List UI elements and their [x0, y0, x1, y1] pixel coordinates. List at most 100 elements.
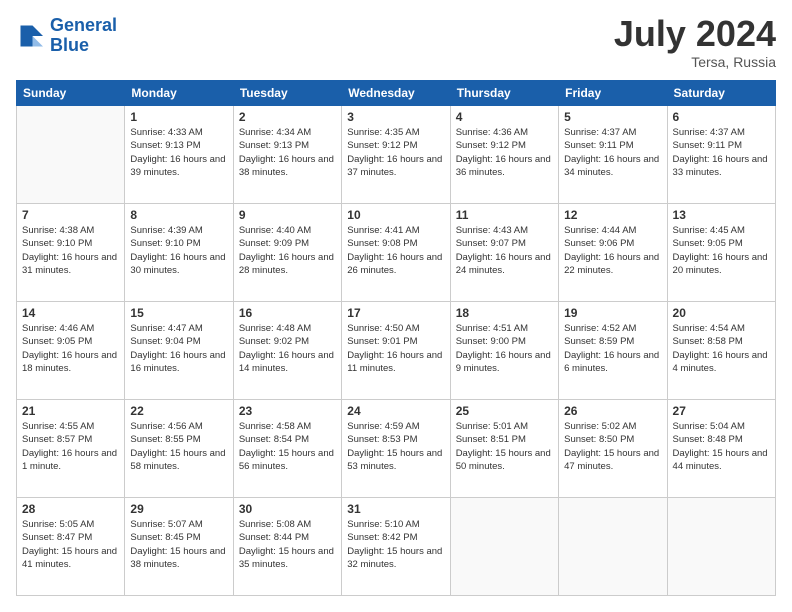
title-block: July 2024 Tersa, Russia: [614, 16, 776, 70]
col-saturday: Saturday: [667, 81, 775, 106]
cell-info: Sunrise: 4:41 AMSunset: 9:08 PMDaylight:…: [347, 224, 444, 277]
cell-info: Sunrise: 5:02 AMSunset: 8:50 PMDaylight:…: [564, 420, 661, 473]
cell-info: Sunrise: 4:56 AMSunset: 8:55 PMDaylight:…: [130, 420, 227, 473]
col-wednesday: Wednesday: [342, 81, 450, 106]
day-number: 11: [456, 208, 553, 222]
cell-info: Sunrise: 5:10 AMSunset: 8:42 PMDaylight:…: [347, 518, 444, 571]
cell-info: Sunrise: 5:05 AMSunset: 8:47 PMDaylight:…: [22, 518, 119, 571]
cell-info: Sunrise: 4:34 AMSunset: 9:13 PMDaylight:…: [239, 126, 336, 179]
table-cell: 2 Sunrise: 4:34 AMSunset: 9:13 PMDaylight…: [233, 106, 341, 204]
cell-info: Sunrise: 4:45 AMSunset: 9:05 PMDaylight:…: [673, 224, 770, 277]
table-cell: 31 Sunrise: 5:10 AMSunset: 8:42 PMDayligh…: [342, 498, 450, 596]
cell-info: Sunrise: 5:04 AMSunset: 8:48 PMDaylight:…: [673, 420, 770, 473]
cell-info: Sunrise: 4:54 AMSunset: 8:58 PMDaylight:…: [673, 322, 770, 375]
calendar-row: 28 Sunrise: 5:05 AMSunset: 8:47 PMDayligh…: [17, 498, 776, 596]
cell-info: Sunrise: 4:37 AMSunset: 9:11 PMDaylight:…: [564, 126, 661, 179]
day-number: 1: [130, 110, 227, 124]
day-number: 21: [22, 404, 119, 418]
cell-info: Sunrise: 4:35 AMSunset: 9:12 PMDaylight:…: [347, 126, 444, 179]
cell-info: Sunrise: 4:43 AMSunset: 9:07 PMDaylight:…: [456, 224, 553, 277]
table-cell: 10 Sunrise: 4:41 AMSunset: 9:08 PMDayligh…: [342, 204, 450, 302]
day-number: 9: [239, 208, 336, 222]
day-number: 16: [239, 306, 336, 320]
calendar-row: 1Sunrise: 4:33 AMSunset: 9:13 PMDaylight…: [17, 106, 776, 204]
table-cell: 27 Sunrise: 5:04 AMSunset: 8:48 PMDayligh…: [667, 400, 775, 498]
page: General Blue July 2024 Tersa, Russia Sun…: [0, 0, 792, 612]
day-number: 3: [347, 110, 444, 124]
day-number: 2: [239, 110, 336, 124]
cell-info: Sunrise: 4:50 AMSunset: 9:01 PMDaylight:…: [347, 322, 444, 375]
table-cell: 22 Sunrise: 4:56 AMSunset: 8:55 PMDayligh…: [125, 400, 233, 498]
table-cell: 13 Sunrise: 4:45 AMSunset: 9:05 PMDayligh…: [667, 204, 775, 302]
calendar-row: 21 Sunrise: 4:55 AMSunset: 8:57 PMDayligh…: [17, 400, 776, 498]
table-cell: 1Sunrise: 4:33 AMSunset: 9:13 PMDaylight…: [125, 106, 233, 204]
table-cell: 25 Sunrise: 5:01 AMSunset: 8:51 PMDayligh…: [450, 400, 558, 498]
day-number: 18: [456, 306, 553, 320]
col-thursday: Thursday: [450, 81, 558, 106]
cell-info: Sunrise: 4:36 AMSunset: 9:12 PMDaylight:…: [456, 126, 553, 179]
cell-info: Sunrise: 4:59 AMSunset: 8:53 PMDaylight:…: [347, 420, 444, 473]
col-friday: Friday: [559, 81, 667, 106]
table-cell: 23Sunrise: 4:58 AMSunset: 8:54 PMDayligh…: [233, 400, 341, 498]
logo: General Blue: [16, 16, 117, 56]
header: General Blue July 2024 Tersa, Russia: [16, 16, 776, 70]
day-number: 27: [673, 404, 770, 418]
table-cell: 6Sunrise: 4:37 AMSunset: 9:11 PMDaylight…: [667, 106, 775, 204]
logo-icon: [16, 21, 46, 51]
day-number: 8: [130, 208, 227, 222]
cell-info: Sunrise: 4:37 AMSunset: 9:11 PMDaylight:…: [673, 126, 770, 179]
calendar-table: Sunday Monday Tuesday Wednesday Thursday…: [16, 80, 776, 596]
cell-info: Sunrise: 4:46 AMSunset: 9:05 PMDaylight:…: [22, 322, 119, 375]
day-number: 5: [564, 110, 661, 124]
table-cell: 11 Sunrise: 4:43 AMSunset: 9:07 PMDayligh…: [450, 204, 558, 302]
col-tuesday: Tuesday: [233, 81, 341, 106]
cell-info: Sunrise: 4:55 AMSunset: 8:57 PMDaylight:…: [22, 420, 119, 473]
day-number: 28: [22, 502, 119, 516]
day-number: 25: [456, 404, 553, 418]
logo-line1: General: [50, 15, 117, 35]
col-sunday: Sunday: [17, 81, 125, 106]
calendar-row: 7Sunrise: 4:38 AMSunset: 9:10 PMDaylight…: [17, 204, 776, 302]
day-number: 24: [347, 404, 444, 418]
cell-info: Sunrise: 4:39 AMSunset: 9:10 PMDaylight:…: [130, 224, 227, 277]
cell-info: Sunrise: 4:52 AMSunset: 8:59 PMDaylight:…: [564, 322, 661, 375]
table-cell: 18Sunrise: 4:51 AMSunset: 9:00 PMDayligh…: [450, 302, 558, 400]
day-number: 22: [130, 404, 227, 418]
day-number: 10: [347, 208, 444, 222]
table-cell: [667, 498, 775, 596]
day-number: 20: [673, 306, 770, 320]
table-cell: 19 Sunrise: 4:52 AMSunset: 8:59 PMDayligh…: [559, 302, 667, 400]
calendar-header-row: Sunday Monday Tuesday Wednesday Thursday…: [17, 81, 776, 106]
cell-info: Sunrise: 5:01 AMSunset: 8:51 PMDaylight:…: [456, 420, 553, 473]
table-cell: 24 Sunrise: 4:59 AMSunset: 8:53 PMDayligh…: [342, 400, 450, 498]
cell-info: Sunrise: 4:40 AMSunset: 9:09 PMDaylight:…: [239, 224, 336, 277]
table-cell: 7Sunrise: 4:38 AMSunset: 9:10 PMDaylight…: [17, 204, 125, 302]
table-cell: 15Sunrise: 4:47 AMSunset: 9:04 PMDayligh…: [125, 302, 233, 400]
logo-text: General Blue: [50, 16, 117, 56]
table-cell: 3 Sunrise: 4:35 AMSunset: 9:12 PMDaylight…: [342, 106, 450, 204]
table-cell: 21 Sunrise: 4:55 AMSunset: 8:57 PMDayligh…: [17, 400, 125, 498]
day-number: 19: [564, 306, 661, 320]
table-cell: 5 Sunrise: 4:37 AMSunset: 9:11 PMDaylight…: [559, 106, 667, 204]
day-number: 12: [564, 208, 661, 222]
day-number: 29: [130, 502, 227, 516]
day-number: 13: [673, 208, 770, 222]
day-number: 14: [22, 306, 119, 320]
day-number: 31: [347, 502, 444, 516]
table-cell: 20 Sunrise: 4:54 AMSunset: 8:58 PMDayligh…: [667, 302, 775, 400]
cell-info: Sunrise: 4:48 AMSunset: 9:02 PMDaylight:…: [239, 322, 336, 375]
calendar-row: 14 Sunrise: 4:46 AMSunset: 9:05 PMDayligh…: [17, 302, 776, 400]
table-cell: 4Sunrise: 4:36 AMSunset: 9:12 PMDaylight…: [450, 106, 558, 204]
cell-info: Sunrise: 4:58 AMSunset: 8:54 PMDaylight:…: [239, 420, 336, 473]
table-cell: [17, 106, 125, 204]
cell-info: Sunrise: 5:07 AMSunset: 8:45 PMDaylight:…: [130, 518, 227, 571]
cell-info: Sunrise: 5:08 AMSunset: 8:44 PMDaylight:…: [239, 518, 336, 571]
col-monday: Monday: [125, 81, 233, 106]
table-cell: [450, 498, 558, 596]
table-cell: [559, 498, 667, 596]
month-title: July 2024: [614, 16, 776, 52]
location: Tersa, Russia: [614, 54, 776, 70]
day-number: 7: [22, 208, 119, 222]
logo-line2: Blue: [50, 35, 89, 55]
table-cell: 14 Sunrise: 4:46 AMSunset: 9:05 PMDayligh…: [17, 302, 125, 400]
